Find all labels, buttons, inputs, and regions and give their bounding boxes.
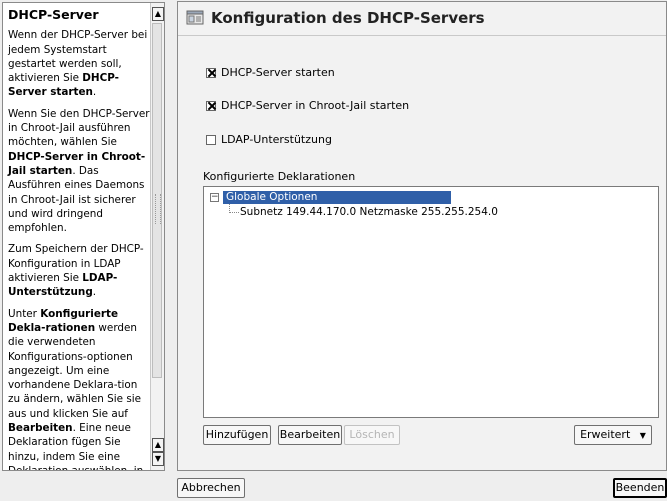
chroot-jail-checkbox[interactable]: DHCP-Server in Chroot-Jail starten [206,99,409,112]
help-paragraph-2: Wenn Sie den DHCP-Server in Chroot-Jail … [8,107,150,235]
help-paragraph-3: Zum Speichern der DHCP-Konfiguration in … [8,243,144,299]
chroot-jail-label: DHCP-Server in Chroot-Jail starten [221,99,410,112]
help-paragraph-1: Wenn der DHCP-Server bei jedem Systemsta… [8,29,148,99]
tree-item-subnet[interactable]: Subnetz 149.44.170.0 Netzmaske 255.255.2… [240,206,498,218]
checkbox-unchecked-icon[interactable] [206,134,216,145]
scroll-thumb[interactable] [152,23,162,378]
page-title: Konfiguration des DHCP-Servers [211,9,485,27]
advanced-dropdown-button[interactable]: Erweitert ▼ [574,425,652,445]
scroll-down-icon[interactable]: ▼ [152,452,164,466]
tree-item-label[interactable]: Globale Optionen [223,191,451,204]
ldap-support-label: LDAP-Unterstützung [221,133,332,146]
help-title: DHCP-Server [8,7,99,22]
help-panel: DHCP-Server Wenn der DHCP-Server bei jed… [2,2,165,471]
chevron-down-icon: ▼ [639,431,646,440]
scroll-up-icon[interactable]: ▲ [152,438,164,452]
cancel-button[interactable]: Abbrechen [177,478,245,498]
advanced-label: Erweitert [580,428,631,441]
divider [178,35,666,36]
delete-button[interactable]: Löschen [344,425,400,445]
start-dhcp-label: DHCP-Server starten [221,66,335,79]
ldap-support-checkbox[interactable]: LDAP-Unterstützung [206,133,332,146]
scroll-up-icon[interactable]: ▲ [152,7,164,21]
checkbox-checked-icon[interactable] [206,67,216,78]
tree-item-global-options[interactable]: − Globale Optionen [210,191,451,204]
collapse-icon[interactable]: − [210,193,219,202]
tree-connector [229,204,239,213]
add-button[interactable]: Hinzufügen [203,425,271,445]
grip-icon [155,194,161,224]
checkbox-checked-icon[interactable] [206,100,216,111]
declarations-label: Konfigurierte Deklarationen [203,170,356,183]
title-row: Konfiguration des DHCP-Servers [186,8,485,28]
help-scrollbar[interactable]: ▲ ▲ ▼ [150,3,164,470]
start-dhcp-checkbox[interactable]: DHCP-Server starten [206,66,335,79]
main-panel: Konfiguration des DHCP-Servers DHCP-Serv… [177,1,667,471]
declarations-tree[interactable]: − Globale Optionen Subnetz 149.44.170.0 … [203,186,659,418]
help-text: DHCP-Server Wenn der DHCP-Server bei jed… [8,7,151,471]
edit-button[interactable]: Bearbeiten [278,425,342,445]
finish-button[interactable]: Beenden [613,478,667,498]
server-config-icon [186,10,204,25]
help-paragraph-4: Unter Konfigurierte Dekla-rationen werde… [8,307,144,471]
